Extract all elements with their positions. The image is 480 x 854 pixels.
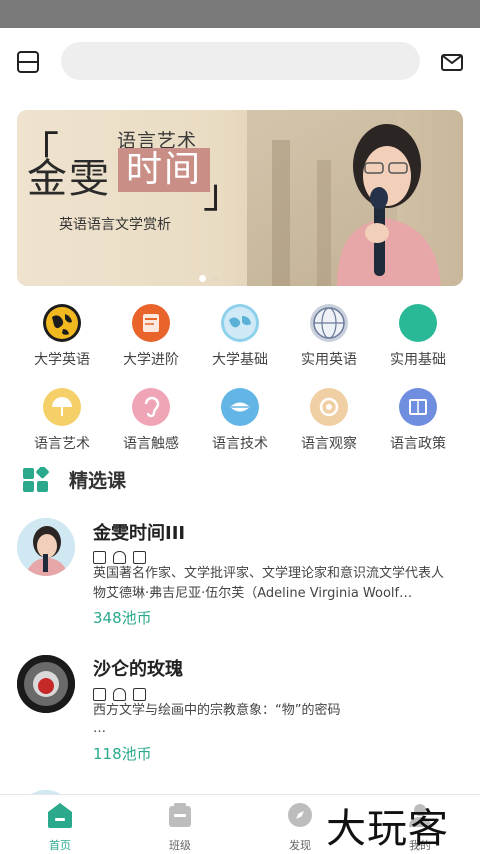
course-avatar (17, 655, 75, 713)
category-item[interactable]: 语言观察 (284, 388, 374, 453)
eye-icon (310, 388, 348, 426)
ear-icon (132, 388, 170, 426)
banner-background-column (272, 140, 290, 286)
world-globe-icon (310, 304, 348, 342)
course-description-more: … (93, 721, 106, 736)
world-map-icon (221, 304, 259, 342)
category-item[interactable]: 语言政策 (373, 388, 463, 453)
umbrella-icon (43, 388, 81, 426)
category-label: 语言艺术 (34, 436, 90, 452)
category-label: 语言触感 (123, 436, 179, 452)
category-label: 语言观察 (301, 436, 357, 452)
tab-class[interactable]: 班级 (140, 801, 220, 853)
category-label: 大学英语 (34, 352, 90, 368)
course-title: 金雯时间III (93, 523, 186, 544)
course-media-icons (93, 684, 153, 701)
banner-title: 金雯 (27, 156, 111, 202)
course-media-icons (93, 547, 153, 564)
course-avatar (17, 518, 75, 576)
video-icon (93, 551, 106, 564)
section-title: 精选课 (69, 470, 127, 492)
section-header: 精选课 (22, 465, 126, 497)
course-price: 348池币 (93, 609, 152, 627)
magazine-icon (132, 304, 170, 342)
course-price: 118池币 (93, 745, 152, 763)
watermark-logo: 大玩客 (326, 806, 449, 852)
grid-icon (23, 465, 49, 492)
home-icon (48, 803, 72, 828)
video-icon (93, 688, 106, 701)
category-item[interactable]: 大学进阶 (106, 304, 196, 369)
globe-dark-icon (43, 304, 81, 342)
document-icon (133, 551, 146, 564)
category-item[interactable]: 语言触感 (106, 388, 196, 453)
course-description: 英国著名作家、文学批评家、文学理论家和意识流文学代表人物艾德琳·弗吉尼亚·伍尔芙… (93, 566, 445, 601)
banner-title-highlight: 时间 (118, 148, 210, 192)
banner-description: 英语语言文学赏析 (59, 217, 171, 233)
category-item[interactable]: 实用英语 (284, 304, 374, 369)
top-bar (0, 28, 480, 94)
carousel-dot[interactable] (212, 275, 219, 282)
category-label: 实用基础 (390, 352, 446, 368)
category-label: 实用英语 (301, 352, 357, 368)
category-label: 语言政策 (390, 436, 446, 452)
mouth-icon (221, 388, 259, 426)
tab-home[interactable]: 首页 (20, 801, 100, 853)
category-label: 大学基础 (212, 352, 268, 368)
class-icon (169, 803, 191, 827)
course-item[interactable] (0, 784, 480, 794)
audio-icon (113, 688, 126, 701)
category-item[interactable]: 语言技术 (195, 388, 285, 453)
tab-label: 班级 (169, 839, 191, 852)
audio-icon (113, 551, 126, 564)
circle-icon (399, 304, 437, 342)
search-input[interactable] (61, 42, 420, 80)
document-icon (133, 688, 146, 701)
status-bar (0, 0, 480, 28)
category-item[interactable]: 语言艺术 (17, 388, 107, 453)
category-item[interactable]: 大学英语 (17, 304, 107, 369)
category-item[interactable]: 实用基础 (373, 304, 463, 369)
banner-bracket: 」 (203, 171, 243, 217)
book-icon (399, 388, 437, 426)
category-label: 语言技术 (212, 436, 268, 452)
tab-label: 首页 (49, 839, 71, 852)
scan-icon[interactable] (16, 50, 40, 74)
category-item[interactable]: 大学基础 (195, 304, 285, 369)
course-title: 沙仑的玫瑰 (93, 659, 183, 680)
carousel-dot[interactable] (199, 275, 206, 282)
course-description: 西方文学与绘画中的宗教意象：“物”的密码 (93, 703, 341, 718)
compass-icon (288, 803, 312, 827)
mail-icon[interactable] (440, 50, 464, 74)
speaker-photo (337, 124, 441, 286)
category-label: 大学进阶 (123, 352, 179, 368)
promo-banner[interactable]: 「 语言艺术 金雯 时间 」 英语语言文学赏析 (17, 110, 463, 286)
carousel-indicator (199, 267, 225, 286)
